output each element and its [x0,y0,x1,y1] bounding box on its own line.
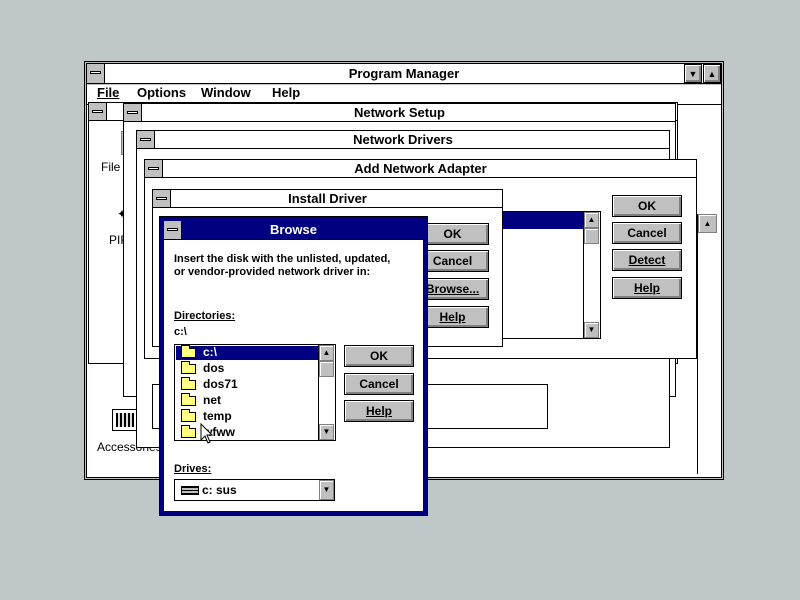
scroll-thumb[interactable] [584,228,599,244]
network-drivers-titlebar[interactable]: Network Drivers [137,131,669,149]
drives-label: Drives: [174,463,212,475]
menu-window[interactable]: Window [201,85,251,100]
install-driver-control-menu-icon[interactable] [153,190,171,207]
folder-icon [181,360,196,374]
adapter-ok-button[interactable]: OK [612,195,682,217]
open-folder-icon [181,344,196,358]
directories-label: Directories: [174,310,236,322]
install-driver-titlebar[interactable]: Install Driver [153,190,502,208]
browse-ok-button[interactable]: OK [344,345,414,367]
drive-icon [181,486,199,495]
network-drivers-title: Network Drivers [353,132,453,147]
install-driver-title: Install Driver [288,191,367,206]
browse-titlebar[interactable]: Browse [164,221,423,240]
folder-icon [181,376,196,390]
program-manager-scrollbar[interactable]: ▲ [697,214,717,474]
scroll-down-arrow-icon[interactable]: ▼ [584,322,599,338]
menu-file[interactable]: File [97,85,119,100]
dropdown-arrow-icon[interactable]: ▼ [319,480,334,500]
browse-dialog: Browse Insert the disk with the unlisted… [159,216,428,516]
scroll-up-arrow-icon[interactable]: ▲ [584,212,599,228]
network-setup-control-menu-icon[interactable] [124,104,142,121]
current-path: c:\ [174,326,187,338]
scroll-up-arrow-icon[interactable]: ▲ [319,345,334,361]
menu-options[interactable]: Options [137,85,186,100]
adapter-cancel-button[interactable]: Cancel [612,222,682,244]
menu-help[interactable]: Help [272,85,300,100]
program-manager-title: Program Manager [348,66,460,81]
browse-control-menu-icon[interactable] [164,221,182,239]
folder-icon [181,408,196,422]
directory-item[interactable]: dos71 [181,376,238,392]
directory-item[interactable]: c:\ [181,344,217,360]
browse-instruction-line1: Insert the disk with the unlisted, updat… [174,253,391,265]
network-setup-titlebar[interactable]: Network Setup [124,104,675,122]
adapter-help-button[interactable]: Help [612,277,682,299]
maximize-button[interactable]: ▲ [703,64,721,83]
add-network-adapter-titlebar[interactable]: Add Network Adapter [145,160,696,178]
scroll-thumb[interactable] [319,361,334,377]
directory-item[interactable]: dos [181,360,224,376]
directory-item[interactable]: net [181,392,221,408]
folder-icon [181,424,196,438]
add-network-adapter-control-menu-icon[interactable] [145,160,163,177]
adapter-list-scrollbar[interactable]: ▲ ▼ [583,212,600,338]
browse-title: Browse [270,222,317,237]
program-manager-titlebar[interactable]: Program Manager ▼ ▲ [87,64,721,84]
folder-icon [181,392,196,406]
main-group-control-menu-icon[interactable] [89,103,107,120]
program-manager-control-menu-icon[interactable] [87,64,105,83]
add-network-adapter-title: Add Network Adapter [354,161,487,176]
directory-item[interactable]: temp [181,408,232,424]
directory-list-scrollbar[interactable]: ▲ ▼ [318,345,335,440]
adapter-detect-button[interactable]: Detect [612,249,682,271]
minimize-button[interactable]: ▼ [684,64,702,83]
scroll-down-arrow-icon[interactable]: ▼ [319,424,334,440]
browse-instruction-line2: or vendor-provided network driver in: [174,266,371,278]
network-setup-title: Network Setup [353,105,445,120]
directory-listbox[interactable]: c:\ dos dos71 net temp wfww ▲ ▼ [174,344,336,441]
browse-help-button[interactable]: Help [344,400,414,422]
drive-value: c: sus [202,483,237,497]
browse-cancel-button[interactable]: Cancel [344,373,414,395]
scroll-up-arrow-icon[interactable]: ▲ [698,214,717,233]
accessories-icon[interactable] [112,409,138,431]
drives-combobox[interactable]: c: sus ▼ [174,479,335,501]
mouse-cursor-icon [200,423,214,444]
network-drivers-control-menu-icon[interactable] [137,131,155,148]
